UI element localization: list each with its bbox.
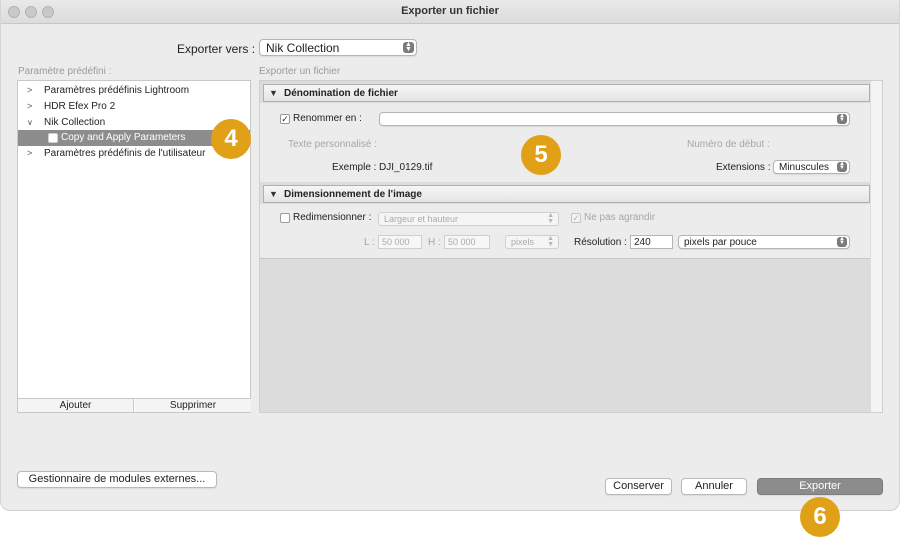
add-preset-button[interactable]: Ajouter xyxy=(18,399,134,412)
resolution-units-select[interactable]: pixels par pouce ▲ ▼ xyxy=(678,235,850,249)
preset-panel-buttons: Ajouter Supprimer xyxy=(18,398,251,412)
extensions-select[interactable]: Minuscules ▲ ▼ xyxy=(773,160,850,174)
chevron-updown-icon: ▲ ▼ xyxy=(403,41,414,53)
chevron-right-icon[interactable]: > xyxy=(27,85,32,95)
resize-mode-select[interactable]: Largeur et hauteur ▲ ▼ xyxy=(378,212,559,226)
settings-scrollbar[interactable] xyxy=(870,81,882,412)
chevron-down-icon[interactable]: ∨ xyxy=(27,118,33,127)
export-to-value: Nik Collection xyxy=(266,41,340,55)
callout-badge-4: 4 xyxy=(211,119,251,159)
start-number-label: Numéro de début : xyxy=(687,139,770,150)
no-enlarge-checkbox[interactable]: ✓ xyxy=(571,213,581,223)
no-enlarge-label: Ne pas agrandir xyxy=(584,212,656,223)
settings-panel: ▼ Dénomination de fichier ✓ Renommer en … xyxy=(259,80,883,413)
preset-caption: Paramètre prédéfini : xyxy=(18,66,112,77)
settings-caption: Exporter un fichier xyxy=(259,66,341,77)
file-naming-title: Dénomination de fichier xyxy=(284,88,398,99)
tree-item-hdr-efex[interactable]: > HDR Efex Pro 2 xyxy=(18,99,250,115)
plugin-manager-button[interactable]: Gestionnaire de modules externes... xyxy=(17,471,217,488)
disclosure-triangle-icon[interactable]: ▼ xyxy=(269,189,278,199)
tree-item-label: Copy and Apply Parameters xyxy=(61,132,186,143)
chevron-right-icon[interactable]: > xyxy=(27,101,32,111)
chevron-updown-icon: ▲ ▼ xyxy=(547,235,554,248)
file-naming-header[interactable]: ▼ Dénomination de fichier xyxy=(263,84,870,102)
preset-checkbox[interactable] xyxy=(48,133,58,143)
size-units-select[interactable]: pixels ▲ ▼ xyxy=(505,235,559,249)
example-label: Exemple : xyxy=(332,162,377,173)
custom-text-label: Texte personnalisé : xyxy=(288,139,377,150)
callout-badge-5: 5 xyxy=(521,135,561,175)
window-title: Exporter un fichier xyxy=(401,5,499,17)
chevron-updown-icon: ▲ ▼ xyxy=(837,161,847,172)
chevron-updown-icon: ▲ ▼ xyxy=(837,113,847,124)
resolution-field[interactable]: 240 xyxy=(630,235,673,249)
size-units-value: pixels xyxy=(511,237,535,247)
disclosure-triangle-icon[interactable]: ▼ xyxy=(269,88,278,98)
rename-label: Renommer en : xyxy=(293,113,362,124)
resize-label: Redimensionner : xyxy=(293,212,372,223)
image-sizing-section: Redimensionner : Largeur et hauteur ▲ ▼ ✓… xyxy=(260,204,870,259)
tree-item-lightroom-presets[interactable]: > Paramètres prédéfinis Lightroom xyxy=(18,83,250,99)
extensions-label: Extensions : xyxy=(716,162,771,173)
resolution-units-value: pixels par pouce xyxy=(684,237,757,248)
chevron-updown-icon: ▲ ▼ xyxy=(547,212,554,225)
chevron-right-icon[interactable]: > xyxy=(27,148,32,158)
resolution-label: Résolution : xyxy=(574,237,627,248)
resize-mode-value: Largeur et hauteur xyxy=(384,214,459,224)
export-to-label: Exporter vers : xyxy=(177,42,256,56)
resize-checkbox[interactable] xyxy=(280,213,290,223)
width-field[interactable]: 50 000 xyxy=(378,235,422,249)
image-sizing-header[interactable]: ▼ Dimensionnement de l'image xyxy=(263,185,870,203)
tree-item-label: Nik Collection xyxy=(44,117,106,128)
height-label: H : xyxy=(428,237,441,248)
export-dialog: Exporter un fichier Exporter vers : Nik … xyxy=(0,0,900,511)
title-bar: Exporter un fichier xyxy=(1,0,899,24)
tree-item-label: HDR Efex Pro 2 xyxy=(44,101,116,112)
width-label: L : xyxy=(364,237,375,248)
export-button[interactable]: Exporter xyxy=(757,478,883,495)
extensions-value: Minuscules xyxy=(779,162,830,173)
rename-checkbox[interactable]: ✓ xyxy=(280,114,290,124)
callout-badge-6: 6 xyxy=(800,497,840,537)
tree-item-label: Paramètres prédéfinis de l'utilisateur xyxy=(44,148,206,159)
tree-item-label: Paramètres prédéfinis Lightroom xyxy=(44,85,190,96)
cancel-button[interactable]: Annuler xyxy=(681,478,747,495)
file-naming-section: ✓ Renommer en : ▲ ▼ Texte personnalisé : … xyxy=(260,103,870,182)
chevron-updown-icon: ▲ ▼ xyxy=(837,236,847,247)
example-value: DJI_0129.tif xyxy=(379,162,433,173)
height-field[interactable]: 50 000 xyxy=(444,235,490,249)
save-preset-button[interactable]: Conserver xyxy=(605,478,672,495)
export-to-select[interactable]: Nik Collection ▲ ▼ xyxy=(259,39,417,56)
remove-preset-button[interactable]: Supprimer xyxy=(135,399,251,412)
rename-template-select[interactable]: ▲ ▼ xyxy=(379,112,850,126)
image-sizing-title: Dimensionnement de l'image xyxy=(284,189,422,200)
